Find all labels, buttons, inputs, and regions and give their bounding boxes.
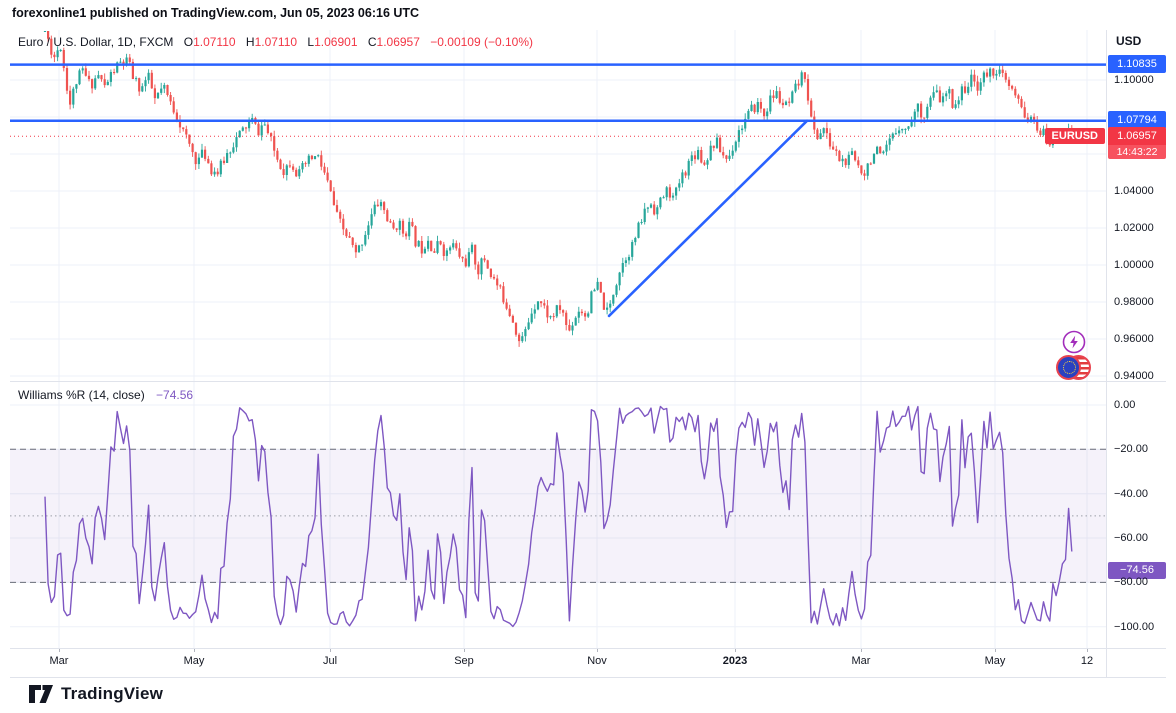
price-axis[interactable]: USD 1.10835 1.07794 1.06957 14:43:22 −74…: [1106, 30, 1176, 677]
eurusd-pair-logo-icon: [1056, 355, 1092, 380]
price-pane[interactable]: [10, 30, 1106, 381]
time-axis-label: 12: [1080, 655, 1094, 667]
open-label: O: [183, 35, 194, 49]
time-axis[interactable]: Mar May Jul Sep Nov 2023 Mar May 12: [10, 648, 1106, 677]
williams-r-pane[interactable]: [10, 381, 1106, 648]
eu-flag-icon: [1056, 355, 1081, 380]
symbol-title[interactable]: Euro / U.S. Dollar, 1D, FXCM: [18, 35, 173, 49]
indicator-axis-label: −20.00: [1114, 443, 1148, 456]
pane-separator: [10, 381, 1166, 382]
bar-countdown: 14:43:22: [1108, 145, 1166, 160]
indicator-axis-label: −100.00: [1114, 620, 1155, 633]
time-axis-label: Nov: [587, 655, 607, 667]
close-value: 1.06957: [376, 35, 420, 49]
time-axis-top-border: [10, 648, 1166, 649]
high-label: H: [245, 35, 255, 49]
time-axis-label: Jul: [322, 655, 338, 667]
symbol-price-tag: EURUSD: [1044, 128, 1105, 145]
indicator-legend: Williams %R (14, close) −74.56: [18, 388, 193, 402]
indicator-axis-label: −60.00: [1114, 532, 1148, 544]
price-axis-label: 0.96000: [1114, 333, 1154, 345]
time-axis-label: Sep: [454, 655, 474, 667]
open-value: 1.07110: [193, 35, 236, 49]
close-label: C: [367, 35, 377, 49]
high-value: 1.07110: [254, 35, 298, 49]
time-axis-label: May: [984, 655, 1006, 667]
price-axis-label: 1.00000: [1114, 259, 1154, 271]
indicator-title[interactable]: Williams %R (14, close): [18, 388, 145, 402]
time-axis-label: Mar: [49, 655, 69, 667]
tradingview-snapshot: forexonline1 published on TradingView.co…: [0, 0, 1176, 713]
upper-level-badge: 1.10835: [1108, 55, 1166, 74]
price-axis-border: [1106, 30, 1107, 677]
indicator-axis-label: 0.00: [1114, 399, 1136, 411]
time-axis-label: May: [183, 655, 205, 667]
tradingview-wordmark: TradingView: [61, 684, 164, 703]
indicator-axis-label: −80.00: [1114, 576, 1148, 589]
indicator-value: −74.56: [156, 388, 194, 402]
price-grid: [10, 30, 1106, 381]
low-value: 1.06901: [314, 35, 358, 49]
axis-currency-label: USD: [1116, 34, 1142, 48]
time-axis-label: 2023: [722, 655, 748, 667]
last-price-block: 1.06957 14:43:22: [1108, 127, 1166, 160]
lightning-bolt-icon: [1062, 330, 1086, 354]
chart-container: Euro / U.S. Dollar, 1D, FXCM O1.07110 H1…: [10, 30, 1106, 648]
price-axis-label: 1.10000: [1114, 74, 1154, 86]
price-axis-label: 0.98000: [1114, 296, 1154, 308]
price-axis-label: 1.02000: [1114, 222, 1154, 234]
candles[interactable]: [43, 31, 1073, 347]
indicator-axis-label: −40.00: [1114, 487, 1148, 500]
trend-line[interactable]: [607, 119, 809, 318]
tradingview-footer[interactable]: TradingView: [28, 684, 163, 704]
tradingview-logo-icon: [29, 685, 53, 703]
last-price-badge: 1.06957: [1108, 127, 1166, 146]
time-axis-bottom-border: [10, 677, 1166, 678]
attribution-text: forexonline1 published on TradingView.co…: [12, 6, 420, 20]
time-axis-label: Mar: [851, 655, 871, 667]
change-value: −0.00109 (−0.10%): [430, 35, 533, 49]
price-axis-label: 1.04000: [1114, 185, 1154, 197]
symbol-legend: Euro / U.S. Dollar, 1D, FXCM O1.07110 H1…: [18, 35, 533, 49]
instant-trading-icon[interactable]: [1062, 330, 1086, 354]
